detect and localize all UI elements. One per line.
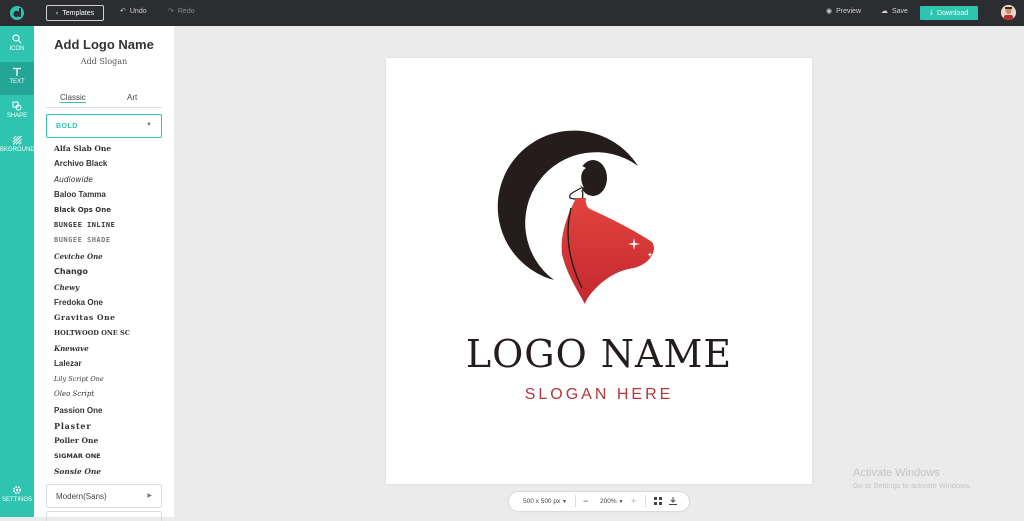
rail-item-shape[interactable]: SHAPE bbox=[0, 96, 34, 129]
cloud-icon: ☁ bbox=[881, 8, 888, 15]
app-logo-icon[interactable] bbox=[9, 5, 25, 21]
font-item[interactable]: Ceviche One bbox=[54, 252, 130, 267]
chevron-right-icon: ▶ bbox=[147, 493, 152, 499]
font-item[interactable]: Oleo Script bbox=[54, 390, 130, 405]
font-item[interactable]: Poller One bbox=[54, 436, 130, 451]
rail-item-icon[interactable]: ICON bbox=[0, 29, 34, 62]
divider bbox=[645, 495, 646, 507]
search-icon bbox=[12, 34, 22, 44]
align-icon bbox=[669, 497, 677, 505]
save-label: Save bbox=[892, 7, 908, 15]
rail-label-text: TEXT bbox=[9, 79, 25, 85]
font-tabs: Classic Art bbox=[46, 91, 162, 108]
font-item[interactable]: Plaster bbox=[54, 421, 130, 436]
rail-item-settings[interactable]: SETTINGS bbox=[0, 480, 34, 513]
font-category-value: BOLD bbox=[56, 123, 78, 130]
font-item[interactable]: Gravitas One bbox=[54, 313, 130, 328]
templates-button[interactable]: ‹ Templates bbox=[46, 5, 104, 21]
font-item[interactable]: Alfa Slab One bbox=[54, 144, 130, 159]
chevron-down-icon: ▼ bbox=[146, 122, 152, 128]
eye-icon: ◉ bbox=[826, 8, 833, 15]
canvas-size-select[interactable]: 500 x 500 px ▼ bbox=[523, 498, 567, 505]
font-item[interactable]: Archivo Black bbox=[54, 159, 130, 174]
font-item[interactable]: Lalezar bbox=[54, 359, 130, 374]
left-rail: ICON TEXT SHAPE BKGROUND SETTINGS bbox=[0, 26, 35, 517]
font-category-2-value: Modern(Sans) bbox=[56, 492, 107, 501]
chevron-down-icon: ▼ bbox=[618, 499, 624, 505]
shape-icon bbox=[12, 101, 22, 111]
logo-name-text[interactable]: LOGO NAME bbox=[386, 332, 812, 376]
font-item[interactable]: Baloo Tamma bbox=[54, 190, 130, 205]
font-item[interactable]: Sonsie One bbox=[54, 467, 130, 482]
preview-button[interactable]: ◉ Preview bbox=[826, 7, 862, 16]
background-icon bbox=[12, 135, 22, 145]
tab-art[interactable]: Art bbox=[127, 93, 137, 102]
rail-label-icon: ICON bbox=[9, 46, 25, 52]
tab-classic[interactable]: Classic bbox=[60, 93, 86, 103]
undo-label: Undo bbox=[129, 7, 147, 15]
font-category-select-3[interactable] bbox=[46, 511, 162, 521]
download-label: Download bbox=[936, 9, 969, 17]
font-category-select[interactable]: BOLD ▼ bbox=[46, 114, 162, 138]
activate-windows-subtitle: Go to Settings to activate Windows. bbox=[853, 481, 972, 490]
chevron-left-icon: ‹ bbox=[55, 9, 59, 17]
save-button[interactable]: ☁ Save bbox=[881, 7, 908, 16]
align-button[interactable] bbox=[669, 497, 677, 507]
canvas-size-label: 500 x 500 px bbox=[523, 498, 561, 505]
slogan-text[interactable]: SLOGAN HERE bbox=[386, 386, 812, 404]
red-dress-shape bbox=[561, 198, 654, 304]
font-item[interactable]: Chewy bbox=[54, 283, 130, 298]
download-icon: ⤓ bbox=[929, 9, 933, 16]
design-canvas[interactable]: LOGO NAME SLOGAN HERE bbox=[386, 58, 812, 484]
zoom-select[interactable]: 200% ▼ bbox=[600, 498, 623, 505]
rail-label-settings: SETTINGS bbox=[1, 497, 32, 503]
logo-graphic[interactable] bbox=[386, 58, 812, 484]
rail-item-text[interactable]: TEXT bbox=[0, 62, 34, 95]
redo-button[interactable]: ↷ Redo bbox=[168, 7, 195, 16]
font-item[interactable]: Black Ops One bbox=[54, 206, 130, 221]
zoom-in-button[interactable]: + bbox=[631, 496, 636, 506]
grid-icon bbox=[654, 497, 662, 505]
font-item[interactable]: Fredoka One bbox=[54, 298, 130, 313]
font-list: Alfa Slab One Archivo Black Audiowide Ba… bbox=[54, 144, 130, 483]
font-item[interactable]: Passion One bbox=[54, 406, 130, 421]
zoom-label: 200% bbox=[600, 498, 617, 505]
redo-label: Redo bbox=[177, 7, 195, 15]
zoom-out-button[interactable]: − bbox=[583, 496, 588, 506]
preview-label: Preview bbox=[836, 7, 862, 15]
font-item[interactable]: BUNGEE INLINE bbox=[54, 221, 130, 236]
rail-label-background: BKGROUND bbox=[0, 147, 35, 153]
font-item[interactable]: Knewave bbox=[54, 344, 130, 359]
undo-icon: ↶ bbox=[120, 8, 126, 15]
font-item[interactable]: Chango bbox=[54, 267, 130, 282]
grid-button[interactable] bbox=[654, 497, 662, 507]
font-category-select-2[interactable]: Modern(Sans) ▶ bbox=[46, 484, 162, 508]
rail-item-background[interactable]: BKGROUND bbox=[0, 130, 35, 163]
download-button[interactable]: ⤓ Download bbox=[920, 6, 978, 20]
font-item[interactable]: Audiowide bbox=[54, 175, 130, 190]
text-panel: Add Logo Name Add Slogan Classic Art BOL… bbox=[34, 26, 174, 521]
add-slogan-button[interactable]: Add Slogan bbox=[34, 57, 174, 66]
canvas-controls: 500 x 500 px ▼ − 200% ▼ + bbox=[509, 492, 689, 511]
undo-button[interactable]: ↶ Undo bbox=[120, 7, 147, 16]
templates-label: Templates bbox=[62, 9, 95, 17]
text-icon bbox=[13, 67, 21, 76]
add-logo-name-button[interactable]: Add Logo Name bbox=[34, 37, 174, 52]
top-toolbar: ‹ Templates ↶ Undo ↷ Redo ◉ Preview ☁ Sa… bbox=[0, 0, 1024, 26]
font-item[interactable]: BUNGEE SHADE bbox=[54, 236, 130, 251]
figure-hair bbox=[579, 160, 607, 196]
font-item[interactable]: Lily Script One bbox=[54, 375, 130, 390]
gear-icon bbox=[12, 485, 22, 495]
divider bbox=[575, 495, 576, 507]
rail-label-shape: SHAPE bbox=[6, 113, 28, 119]
font-item[interactable]: SIGMAR ONE bbox=[54, 452, 130, 467]
activate-windows-title: Activate Windows bbox=[853, 467, 940, 479]
avatar[interactable] bbox=[1001, 5, 1016, 20]
redo-icon: ↷ bbox=[168, 8, 174, 15]
font-item[interactable]: HOLTWOOD ONE SC bbox=[54, 329, 130, 344]
chevron-down-icon: ▼ bbox=[562, 499, 567, 505]
